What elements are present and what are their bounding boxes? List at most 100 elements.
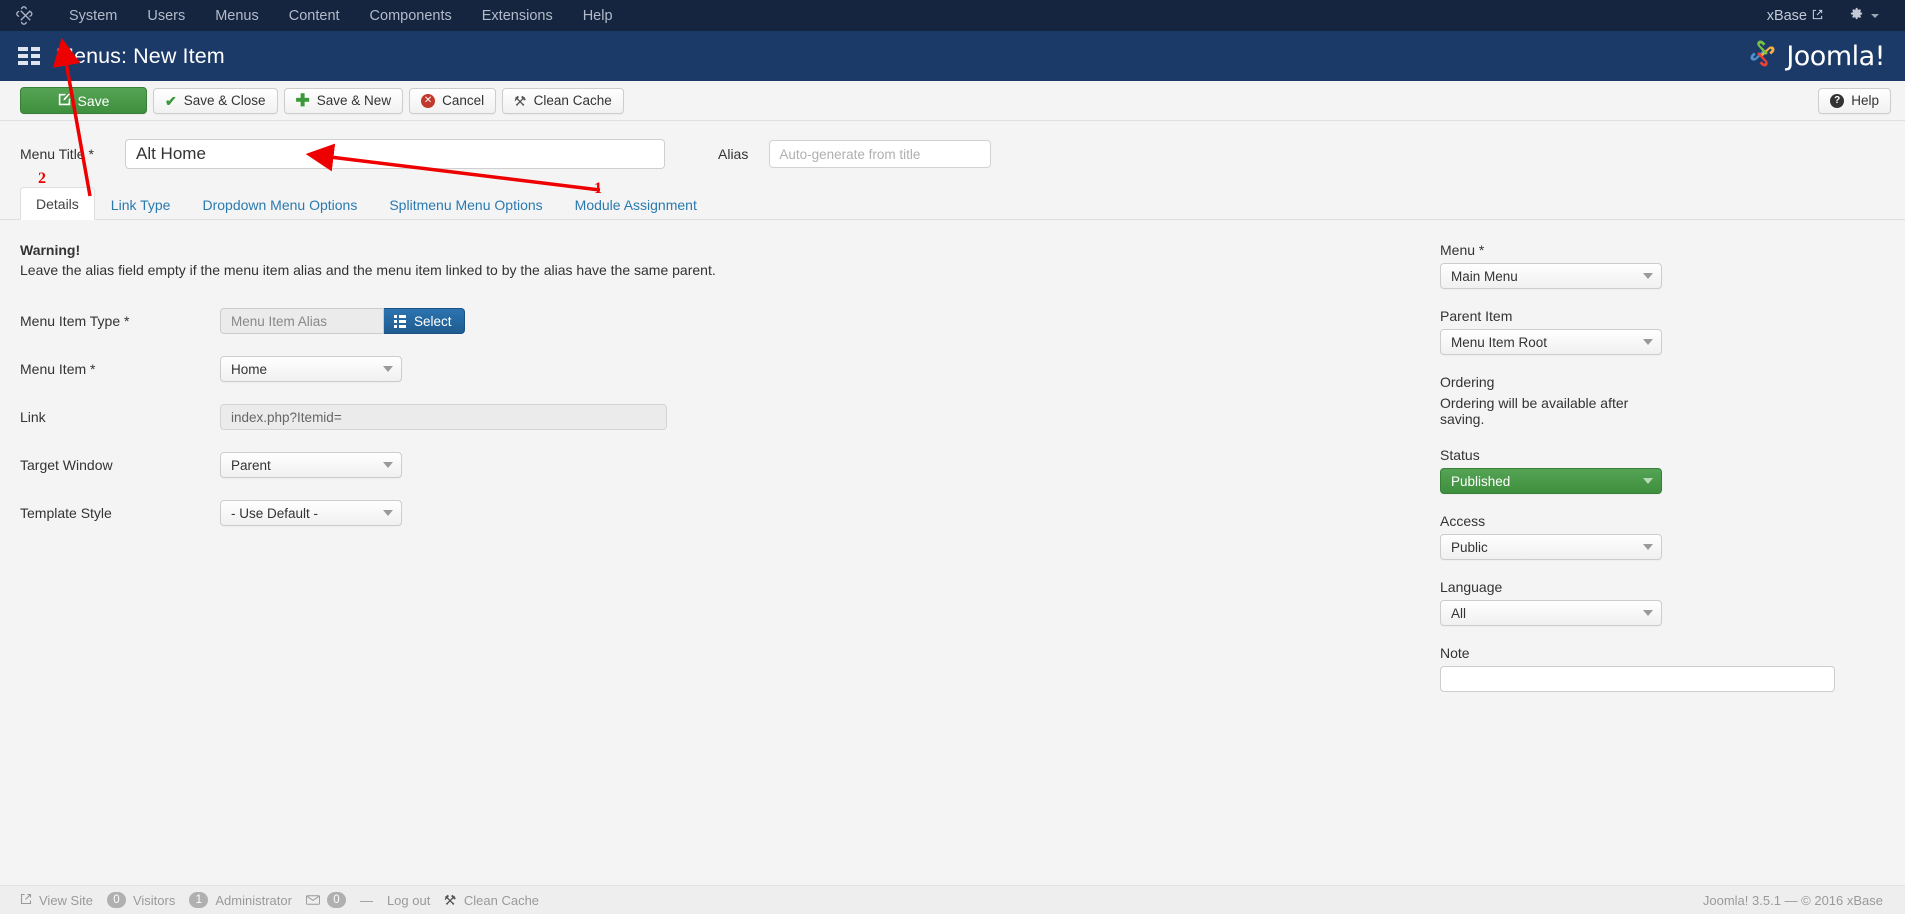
status-select[interactable]: Published (1440, 468, 1662, 494)
external-link-icon (20, 893, 32, 908)
tab-link-type[interactable]: Link Type (95, 188, 187, 220)
admin-menu: System Users Menus Content Components Ex… (54, 1, 628, 31)
select-button-label: Select (414, 313, 452, 329)
menu-item-select-value: Home (231, 361, 268, 377)
menu-item-type-value: Menu Item Alias (220, 308, 384, 334)
menu-select[interactable]: Main Menu (1440, 263, 1662, 289)
broom-icon: ⚒ (444, 891, 457, 908)
cancel-button[interactable]: ✕ Cancel (409, 87, 497, 114)
save-button-label: Save (77, 92, 110, 109)
link-label: Link (20, 409, 46, 425)
administrator-label: Administrator (215, 892, 292, 908)
clean-cache-button[interactable]: ⚒ Clean Cache (502, 87, 624, 114)
field-menu-item: Menu Item * Home (20, 356, 1415, 382)
ordering-note: Ordering will be available after saving. (1440, 395, 1629, 427)
nav-item-users[interactable]: Users (132, 1, 200, 31)
chevron-down-icon (1643, 544, 1653, 550)
footer-separator: — (359, 892, 373, 908)
menu-select-value: Main Menu (1451, 268, 1518, 284)
save-and-close-button[interactable]: ✔ Save & Close (153, 87, 278, 114)
admin-topbar-right: xBase (1757, 2, 1887, 29)
nav-item-menus[interactable]: Menus (200, 1, 274, 31)
menu-item-select[interactable]: Home (220, 356, 402, 382)
admin-top-navbar: System Users Menus Content Components Ex… (0, 0, 1905, 31)
tab-details[interactable]: Details (20, 187, 95, 220)
template-style-select-value: - Use Default - (231, 505, 319, 521)
form-tabs: Details Link Type Dropdown Menu Options … (0, 187, 1905, 220)
note-input[interactable] (1440, 666, 1835, 692)
template-style-select[interactable]: - Use Default - (220, 500, 402, 526)
note-label: Note (1440, 645, 1470, 661)
list-grid-icon (394, 314, 406, 328)
chevron-down-icon (1643, 478, 1653, 484)
plus-icon: ✚ (295, 90, 310, 110)
cancel-label: Cancel (442, 93, 485, 108)
page-header: Menus: New Item Joomla! (0, 31, 1905, 81)
nav-item-components[interactable]: Components (355, 1, 467, 31)
tab-dropdown-menu-options[interactable]: Dropdown Menu Options (186, 188, 373, 220)
site-name-label: xBase (1766, 7, 1807, 24)
footer-clean-cache-link[interactable]: ⚒ Clean Cache (444, 892, 539, 909)
form-content: Warning! Leave the alias field empty if … (0, 220, 1905, 692)
view-site-label: View Site (39, 892, 93, 908)
clean-cache-label: Clean Cache (533, 93, 612, 108)
parent-item-label: Parent Item (1440, 308, 1513, 324)
tab-module-assignment[interactable]: Module Assignment (559, 188, 713, 220)
menu-field-label: Menu * (1440, 242, 1485, 258)
save-button[interactable]: Save (20, 87, 147, 114)
language-select[interactable]: All (1440, 600, 1662, 626)
template-style-label: Template Style (20, 505, 112, 521)
site-name-link[interactable]: xBase (1757, 4, 1833, 28)
view-site-link[interactable]: View Site (20, 893, 93, 908)
access-label: Access (1440, 513, 1486, 529)
language-select-value: All (1451, 605, 1467, 621)
warning-text: Leave the alias field empty if the menu … (20, 262, 716, 278)
save-and-new-button[interactable]: ✚ Save & New (283, 87, 404, 114)
parent-item-select[interactable]: Menu Item Root (1440, 329, 1662, 355)
help-button[interactable]: ? Help (1818, 87, 1891, 114)
field-menu-item-type: Menu Item Type * Menu Item Alias Select (20, 308, 1415, 334)
menu-item-label: Menu Item * (20, 361, 96, 377)
messages-link[interactable]: 0 (305, 892, 346, 908)
nav-item-help[interactable]: Help (568, 1, 628, 31)
status-label: Status (1440, 447, 1480, 463)
joomla-logo: Joomla! (1747, 38, 1885, 74)
nav-item-extensions[interactable]: Extensions (467, 1, 568, 31)
visitors-counter: 0 Visitors (106, 892, 176, 908)
nav-item-system[interactable]: System (54, 1, 132, 31)
cancel-circle-icon: ✕ (421, 93, 436, 108)
chevron-down-icon (1643, 273, 1653, 279)
access-select-value: Public (1451, 539, 1488, 555)
chevron-down-icon (1643, 339, 1653, 345)
messages-badge: 0 (326, 892, 346, 908)
status-bar: View Site 0 Visitors 1 Administrator 0 —… (0, 885, 1905, 914)
access-select[interactable]: Public (1440, 534, 1662, 560)
title-alias-row: Menu Title * Alias (0, 121, 1905, 179)
target-window-select[interactable]: Parent (220, 452, 402, 478)
chevron-down-icon (1643, 610, 1653, 616)
form-left-column: Warning! Leave the alias field empty if … (20, 242, 1415, 692)
log-out-link[interactable]: Log out (387, 893, 430, 908)
visitors-badge: 0 (106, 892, 126, 908)
joomla-mark-icon[interactable] (14, 5, 36, 27)
visitors-label: Visitors (132, 892, 176, 908)
page-title-group: Menus: New Item (18, 44, 225, 69)
external-link-icon (1812, 8, 1823, 24)
chevron-down-icon (383, 366, 393, 372)
target-window-select-value: Parent (231, 457, 271, 473)
field-target-window: Target Window Parent (20, 452, 1415, 478)
administrator-badge: 1 (189, 892, 209, 908)
administrator-counter: 1 Administrator (189, 892, 292, 908)
menu-title-input[interactable] (125, 139, 665, 169)
field-link: Link index.php?Itemid= (20, 404, 1415, 430)
settings-menu-button[interactable] (1833, 2, 1887, 29)
nav-item-content[interactable]: Content (274, 1, 355, 31)
link-value: index.php?Itemid= (220, 404, 667, 430)
form-right-column: Menu * Main Menu Parent Item Menu Item R… (1440, 242, 1835, 692)
joomla-admin-page: System Users Menus Content Components Ex… (0, 0, 1905, 914)
tab-splitmenu-menu-options[interactable]: Splitmenu Menu Options (373, 188, 558, 220)
language-label: Language (1440, 579, 1503, 595)
gear-icon (1849, 6, 1864, 25)
alias-input[interactable] (769, 140, 992, 168)
select-menu-item-type-button[interactable]: Select (384, 308, 465, 334)
